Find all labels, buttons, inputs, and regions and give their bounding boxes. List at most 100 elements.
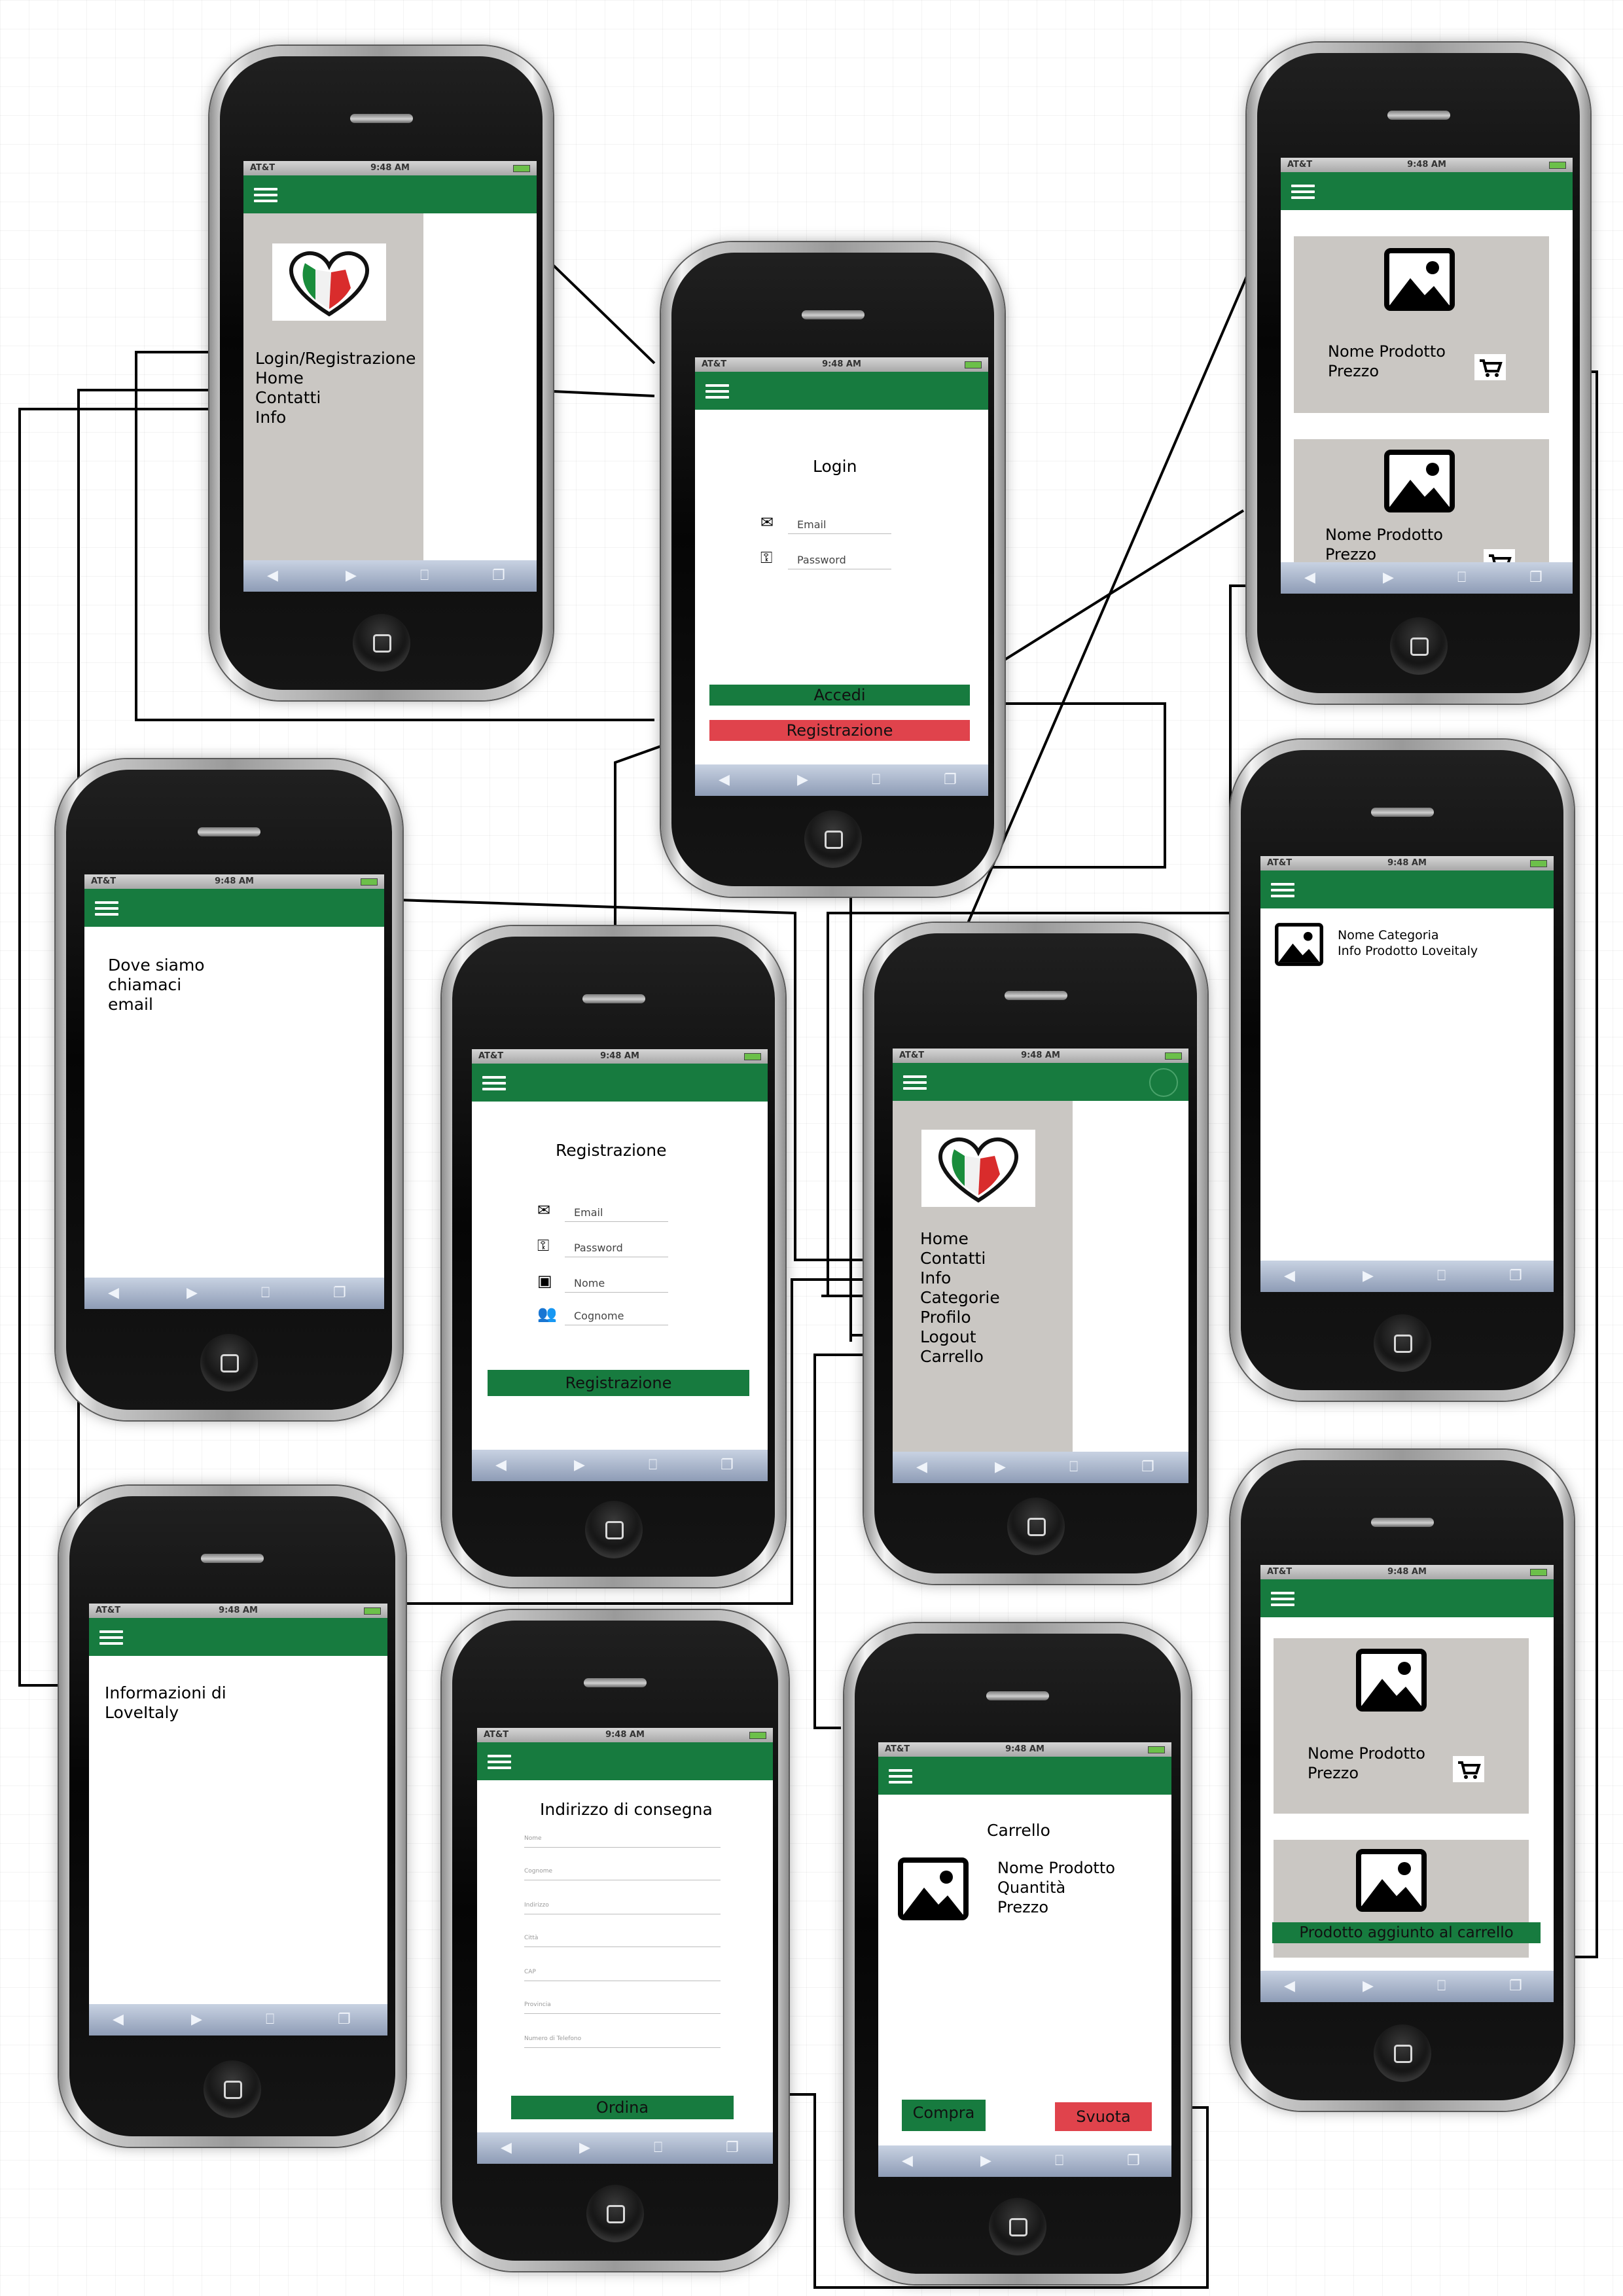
cart-icon[interactable] xyxy=(1453,1756,1484,1782)
menu-item-categories[interactable]: Categorie xyxy=(920,1288,1000,1308)
menu-icon[interactable] xyxy=(99,1627,123,1647)
menu-item-profile[interactable]: Profilo xyxy=(920,1308,971,1327)
menu-icon[interactable] xyxy=(1271,1588,1294,1608)
menu-item-info[interactable]: Info xyxy=(920,1268,951,1288)
login-button[interactable]: Accedi xyxy=(709,685,970,706)
cart-title: Carrello xyxy=(987,1821,1050,1840)
home-button[interactable] xyxy=(989,2198,1046,2255)
phone-speaker xyxy=(1370,1518,1434,1527)
name-field[interactable]: ▣ Nome xyxy=(537,1272,668,1293)
home-button[interactable] xyxy=(586,2185,644,2242)
menu-icon[interactable] xyxy=(889,1766,912,1785)
surname-placeholder: Cognome xyxy=(565,1308,668,1325)
surname-field[interactable]: Cognome xyxy=(524,1865,721,1880)
password-field[interactable]: ⚿ Password xyxy=(760,548,891,569)
app-bar xyxy=(472,1064,768,1102)
battery-icon xyxy=(361,878,378,886)
contacts-line[interactable]: chiamaci xyxy=(108,975,181,994)
product-name: Nome Prodotto xyxy=(1328,342,1446,361)
cart-icon[interactable] xyxy=(1474,354,1506,380)
menu-icon[interactable] xyxy=(254,185,277,204)
province-field[interactable]: Provincia xyxy=(524,1999,721,2014)
home-button[interactable] xyxy=(352,614,410,672)
phone-category: AT&T 9:48 AM Nome Categoria Info Prodotto… xyxy=(1230,740,1574,1401)
menu-item-info[interactable]: Info xyxy=(255,408,286,427)
menu-item-home[interactable]: Home xyxy=(255,368,304,388)
phone-user-menu: AT&T 9:48 AM Home Contatti Info Categorie… xyxy=(864,923,1207,1584)
phone-speaker xyxy=(1004,991,1067,1000)
time-label: 9:48 AM xyxy=(1021,1050,1060,1060)
battery-icon xyxy=(965,361,982,368)
zip-field[interactable]: CAP xyxy=(524,1966,721,1981)
menu-icon[interactable] xyxy=(482,1073,506,1092)
menu-item-cart[interactable]: Carrello xyxy=(920,1347,984,1367)
home-button[interactable] xyxy=(200,1334,258,1391)
menu-icon[interactable] xyxy=(1291,181,1315,201)
status-bar: AT&T 9:48 AM xyxy=(243,161,537,175)
info-line: LoveItaly xyxy=(105,1703,179,1722)
menu-icon[interactable] xyxy=(95,898,118,918)
time-label: 9:48 AM xyxy=(1005,1744,1044,1754)
browser-toolbar: ◀ ▶ ⎕ ❐ xyxy=(243,560,537,592)
product-card[interactable]: Nome Prodotto Prezzo xyxy=(1294,439,1549,575)
home-button[interactable] xyxy=(584,1501,643,1558)
menu-item-home[interactable]: Home xyxy=(920,1229,969,1249)
menu-item-contacts[interactable]: Contatti xyxy=(920,1249,986,1268)
status-bar: AT&T 9:48 AM xyxy=(878,1742,1171,1757)
loveitaly-logo xyxy=(921,1130,1035,1207)
name-field[interactable]: Nome xyxy=(524,1833,721,1848)
category-name[interactable]: Nome Categoria xyxy=(1338,928,1439,942)
password-placeholder: Password xyxy=(788,552,891,569)
phone-info: AT&T 9:48 AM Informazioni di LoveItaly ◀ ▶… xyxy=(59,1486,406,2147)
home-button[interactable] xyxy=(804,810,862,868)
email-field[interactable]: ✉ Email xyxy=(760,513,891,534)
menu-icon[interactable] xyxy=(488,1751,511,1771)
home-button[interactable] xyxy=(1389,617,1448,675)
group-icon: 👥 xyxy=(537,1304,557,1323)
screen-cart: AT&T 9:48 AM Carrello Nome Prodotto Quant… xyxy=(878,1742,1171,2177)
menu-item-login[interactable]: Login/Registrazione xyxy=(255,349,416,368)
home-button[interactable] xyxy=(1373,2024,1431,2082)
browser-toolbar: ◀ ▶ ⎕ ❐ xyxy=(695,764,988,796)
login-title: Login xyxy=(813,457,857,476)
product-price: Prezzo xyxy=(1328,362,1380,380)
product-card[interactable]: Nome Prodotto Prezzo xyxy=(1274,1638,1529,1814)
time-label: 9:48 AM xyxy=(1407,160,1446,170)
home-button[interactable] xyxy=(1007,1498,1065,1555)
surname-field[interactable]: 👥 Cognome xyxy=(537,1304,668,1325)
menu-item-logout[interactable]: Logout xyxy=(920,1327,976,1347)
profile-icon[interactable] xyxy=(1149,1068,1178,1097)
contacts-line[interactable]: email xyxy=(108,995,153,1014)
buy-button[interactable]: Compra xyxy=(902,2100,986,2131)
screen-registration: AT&T 9:48 AM Registrazione ✉ Email ⚿ Passwo… xyxy=(472,1049,768,1481)
phone-speaker xyxy=(582,994,645,1003)
menu-icon[interactable] xyxy=(1271,880,1294,899)
app-bar xyxy=(695,372,988,410)
category-info: Info Prodotto Loveitaly xyxy=(1338,944,1478,958)
status-bar: AT&T 9:48 AM xyxy=(89,1604,387,1618)
address-field[interactable]: Indirizzo xyxy=(524,1899,721,1914)
order-button[interactable]: Ordina xyxy=(511,2096,734,2119)
empty-cart-button[interactable]: Svuota xyxy=(1055,2102,1152,2131)
password-field[interactable]: ⚿ Password xyxy=(537,1236,668,1257)
status-bar: AT&T 9:48 AM xyxy=(84,874,384,889)
home-button[interactable] xyxy=(204,2060,261,2118)
address-title: Indirizzo di consegna xyxy=(540,1800,713,1819)
home-button[interactable] xyxy=(1373,1314,1431,1372)
menu-item-contacts[interactable]: Contatti xyxy=(255,388,321,408)
registration-submit-button[interactable]: Registrazione xyxy=(488,1370,749,1396)
city-field[interactable]: Città xyxy=(524,1932,721,1947)
navigation-drawer: Home Contatti Info Categorie Profilo Log… xyxy=(893,1101,1073,1452)
time-label: 9:48 AM xyxy=(370,163,410,173)
email-placeholder: Email xyxy=(788,516,891,534)
register-button[interactable]: Registrazione xyxy=(709,720,970,741)
phone-field[interactable]: Numero di Telefono xyxy=(524,2033,721,2048)
status-bar: AT&T 9:48 AM xyxy=(1260,856,1554,870)
menu-icon[interactable] xyxy=(705,381,729,401)
product-card[interactable]: Nome Prodotto Prezzo xyxy=(1294,236,1549,413)
screen-product-added: AT&T 9:48 AM Nome Prodotto Prezzo Prodott… xyxy=(1260,1565,1554,2002)
battery-icon xyxy=(1165,1052,1182,1060)
email-field[interactable]: ✉ Email xyxy=(537,1201,668,1222)
menu-icon[interactable] xyxy=(903,1072,927,1092)
image-icon xyxy=(898,1857,969,1920)
